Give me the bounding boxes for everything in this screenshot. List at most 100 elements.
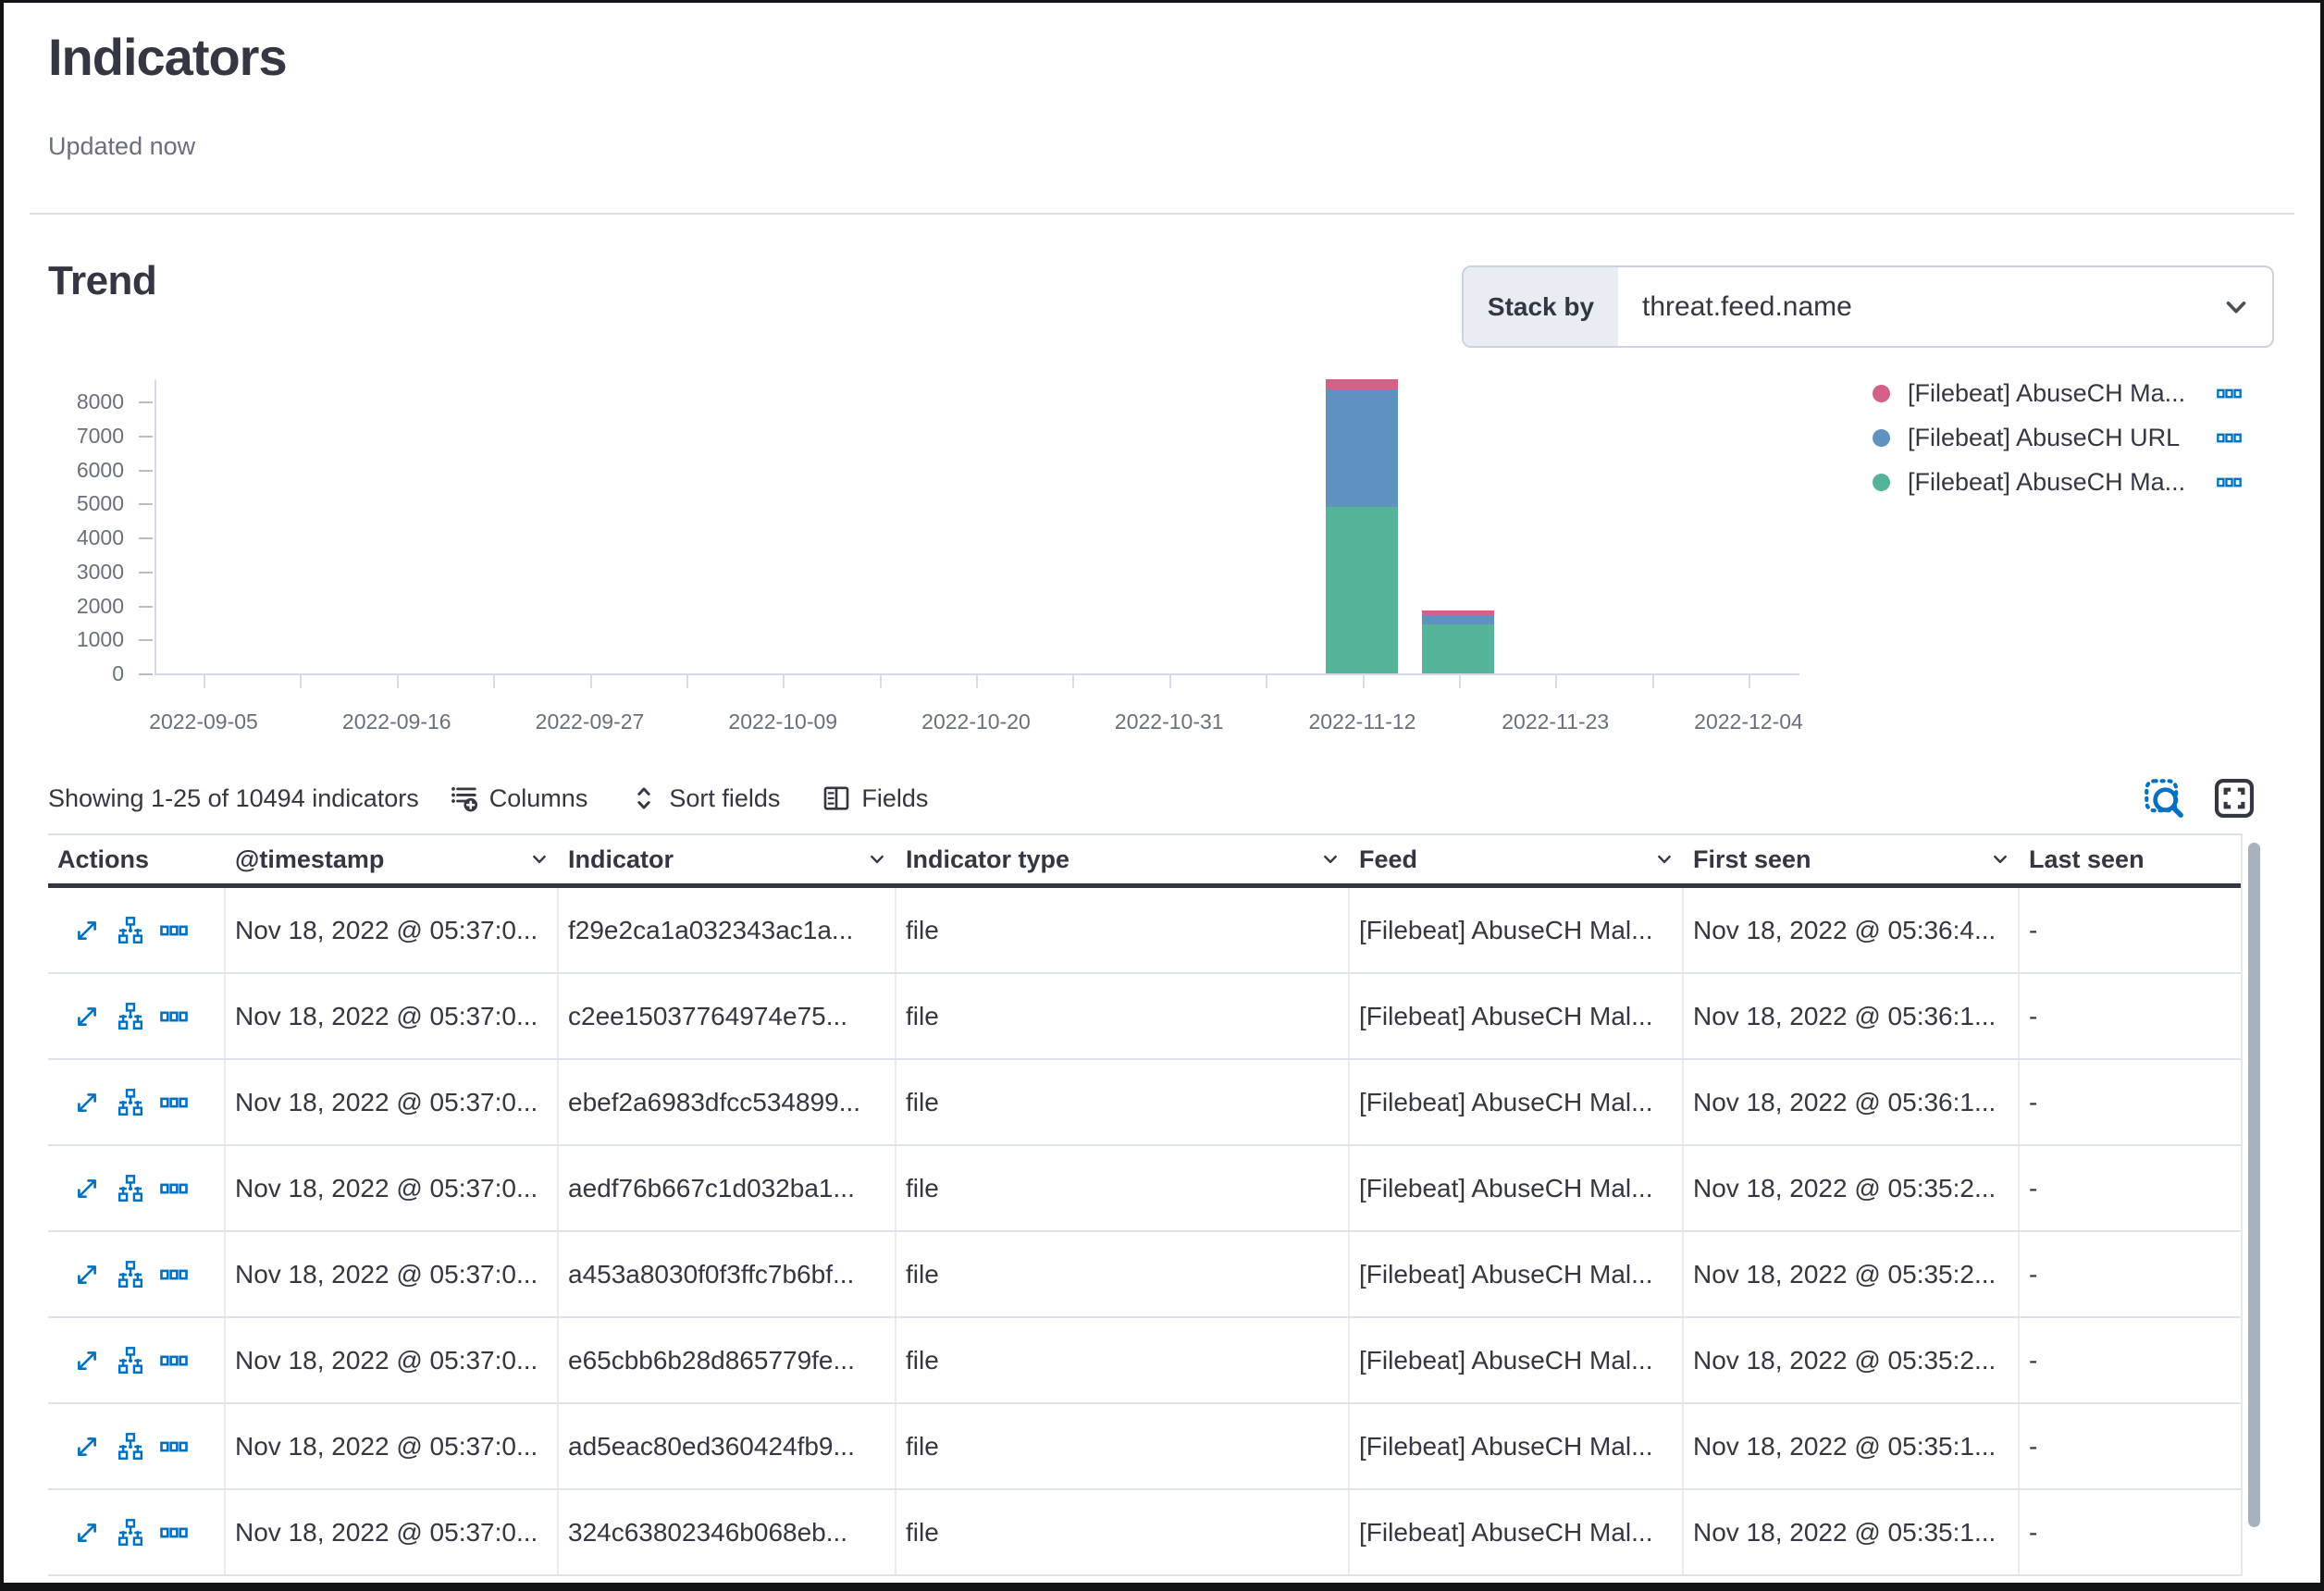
- feed-cell: [Filebeat] AbuseCH Mal...: [1350, 1318, 1684, 1402]
- more-actions-button[interactable]: [160, 917, 188, 944]
- trend-heading: Trend: [48, 258, 156, 304]
- column-header-indicator-type[interactable]: Indicator type: [896, 835, 1350, 883]
- boxes-horizontal-icon: [160, 1089, 188, 1116]
- x-axis-tick: [590, 674, 592, 688]
- chevron-down-icon[interactable]: [865, 847, 889, 871]
- legend-item-actions-button[interactable]: [2217, 426, 2242, 450]
- investigate-in-timeline-button[interactable]: [117, 1003, 144, 1030]
- fullscreen-button[interactable]: [2213, 777, 2256, 820]
- chevron-down-icon[interactable]: [1318, 847, 1342, 871]
- investigate-in-timeline-button[interactable]: [117, 1089, 144, 1116]
- open-details-button[interactable]: [73, 1433, 101, 1461]
- chevron-down-icon[interactable]: [1652, 847, 1676, 871]
- first-seen-cell: Nov 18, 2022 @ 05:35:2...: [1684, 1232, 2020, 1316]
- y-axis-label: 8000: [22, 389, 124, 413]
- open-details-button[interactable]: [73, 1003, 101, 1030]
- inspect-button[interactable]: [2143, 777, 2185, 820]
- more-actions-button[interactable]: [160, 1261, 188, 1289]
- legend-item-actions-button[interactable]: [2217, 470, 2242, 495]
- bar-segment[interactable]: [1422, 624, 1494, 673]
- x-axis-tick: [783, 674, 785, 688]
- bar-segment[interactable]: [1422, 610, 1494, 615]
- legend-item-label[interactable]: [Filebeat] AbuseCH Ma...: [1908, 468, 2213, 497]
- open-details-button[interactable]: [73, 1519, 101, 1547]
- bar-segment[interactable]: [1326, 379, 1398, 389]
- legend-item[interactable]: [Filebeat] AbuseCH Ma...: [1873, 371, 2307, 415]
- x-axis-label: 2022-10-20: [874, 709, 1078, 734]
- y-axis-label: 4000: [22, 525, 124, 549]
- bar-segment[interactable]: [1422, 615, 1494, 624]
- column-header-timestamp[interactable]: @timestamp: [226, 835, 559, 883]
- row-actions-cell: [48, 1404, 226, 1488]
- feed-cell: [Filebeat] AbuseCH Mal...: [1350, 888, 1684, 972]
- expand-icon: [73, 1519, 101, 1547]
- first-seen-cell: Nov 18, 2022 @ 05:35:1...: [1684, 1490, 2020, 1574]
- sort-fields-button[interactable]: Sort fields: [630, 784, 780, 813]
- table-row: Nov 18, 2022 @ 05:37:0... aedf76b667c1d0…: [48, 1146, 2241, 1232]
- column-header-indicator[interactable]: Indicator: [559, 835, 896, 883]
- stack-by-value[interactable]: threat.feed.name: [1618, 267, 2220, 346]
- open-details-button[interactable]: [73, 917, 101, 944]
- column-header-first-seen[interactable]: First seen: [1684, 835, 2020, 883]
- chevron-down-icon[interactable]: [2220, 267, 2272, 346]
- results-summary: Showing 1-25 of 10494 indicators: [48, 784, 419, 813]
- boxes-horizontal-icon: [160, 1433, 188, 1461]
- investigate-in-timeline-button[interactable]: [117, 1175, 144, 1202]
- indicator-cell: aedf76b667c1d032ba1...: [559, 1146, 896, 1230]
- legend-item[interactable]: [Filebeat] AbuseCH URL: [1873, 415, 2307, 460]
- feed-cell: [Filebeat] AbuseCH Mal...: [1350, 1146, 1684, 1230]
- more-actions-button[interactable]: [160, 1003, 188, 1030]
- legend-item-label[interactable]: [Filebeat] AbuseCH Ma...: [1908, 379, 2213, 408]
- indicator-type-cell: file: [896, 1232, 1350, 1316]
- open-details-button[interactable]: [73, 1347, 101, 1375]
- x-axis-tick: [397, 674, 399, 688]
- investigate-in-timeline-button[interactable]: [117, 1347, 144, 1375]
- indicator-type-cell: file: [896, 974, 1350, 1058]
- more-actions-button[interactable]: [160, 1347, 188, 1375]
- indicator-type-cell: file: [896, 1060, 1350, 1144]
- open-details-button[interactable]: [73, 1175, 101, 1202]
- inspect-icon: [2144, 778, 2184, 819]
- bar-segment[interactable]: [1326, 507, 1398, 673]
- open-details-button[interactable]: [73, 1261, 101, 1289]
- expand-icon: [73, 1003, 101, 1030]
- bar-segment[interactable]: [1326, 389, 1398, 507]
- more-actions-button[interactable]: [160, 1519, 188, 1547]
- open-details-button[interactable]: [73, 1089, 101, 1116]
- investigate-in-timeline-button[interactable]: [117, 917, 144, 944]
- more-actions-button[interactable]: [160, 1175, 188, 1202]
- columns-button[interactable]: Columns: [451, 784, 588, 813]
- boxes-horizontal-icon: [160, 917, 188, 944]
- chevron-down-icon[interactable]: [1988, 847, 2012, 871]
- expand-icon: [73, 1175, 101, 1202]
- x-axis-tick: [1266, 674, 1267, 688]
- feed-cell: [Filebeat] AbuseCH Mal...: [1350, 1490, 1684, 1574]
- row-actions-cell: [48, 1490, 226, 1574]
- chevron-down-icon[interactable]: [527, 847, 551, 871]
- column-header-last-seen[interactable]: Last seen: [2020, 835, 2241, 883]
- vertical-scrollbar-thumb[interactable]: [2248, 843, 2260, 1527]
- indicator-cell: f29e2ca1a032343ac1a...: [559, 888, 896, 972]
- legend-item-label[interactable]: [Filebeat] AbuseCH URL: [1908, 424, 2213, 452]
- legend-item[interactable]: [Filebeat] AbuseCH Ma...: [1873, 460, 2307, 504]
- y-axis-tick: [139, 572, 153, 574]
- investigate-in-timeline-button[interactable]: [117, 1433, 144, 1461]
- more-actions-button[interactable]: [160, 1433, 188, 1461]
- stack-by-select[interactable]: Stack by threat.feed.name: [1462, 265, 2274, 348]
- fields-button[interactable]: Fields: [822, 784, 928, 813]
- x-axis-tick: [976, 674, 978, 688]
- timestamp-cell: Nov 18, 2022 @ 05:37:0...: [226, 1146, 559, 1230]
- row-actions-cell: [48, 1318, 226, 1402]
- y-axis-tick: [139, 673, 153, 675]
- timeline-icon: [117, 1347, 144, 1375]
- x-axis-tick: [1072, 674, 1074, 688]
- legend-item-actions-button[interactable]: [2217, 381, 2242, 406]
- timeline-icon: [117, 1003, 144, 1030]
- x-axis-label: 2022-11-23: [1453, 709, 1657, 734]
- timestamp-cell: Nov 18, 2022 @ 05:37:0...: [226, 974, 559, 1058]
- more-actions-button[interactable]: [160, 1089, 188, 1116]
- column-header-feed[interactable]: Feed: [1350, 835, 1684, 883]
- investigate-in-timeline-button[interactable]: [117, 1519, 144, 1547]
- investigate-in-timeline-button[interactable]: [117, 1261, 144, 1289]
- feed-cell: [Filebeat] AbuseCH Mal...: [1350, 1232, 1684, 1316]
